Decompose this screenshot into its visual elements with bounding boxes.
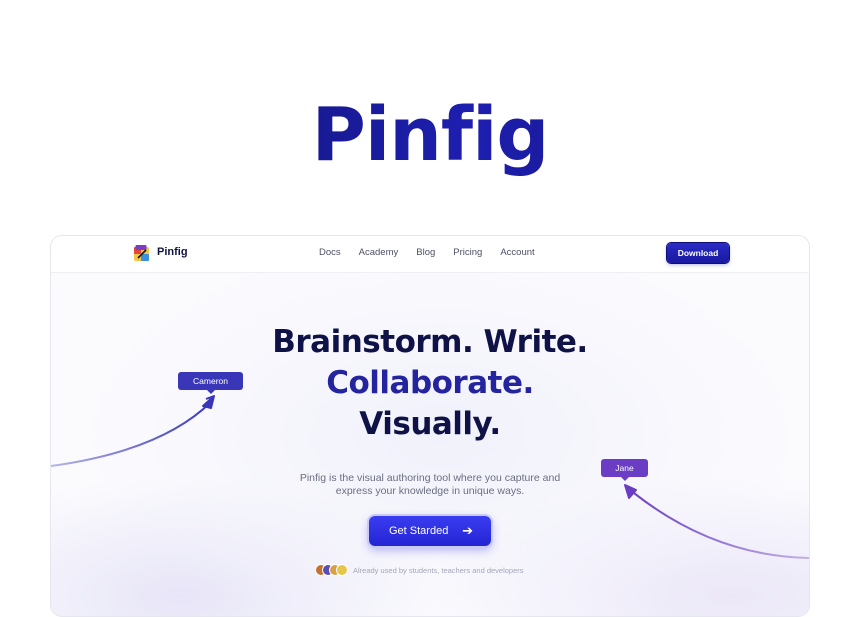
cameron-trail	[51, 401, 212, 467]
cursor-trails	[51, 395, 809, 559]
cameron-cursor-icon	[202, 395, 215, 409]
jane-trail	[628, 488, 809, 559]
hero-title: Pinfig	[0, 80, 860, 190]
cursor-tag-cameron: Cameron	[178, 372, 243, 394]
cursor-tag-jane: Jane	[601, 459, 648, 481]
jane-cursor-icon	[624, 484, 637, 499]
website-preview: Pinfig Docs Academy Blog Pricing Account…	[50, 235, 810, 617]
